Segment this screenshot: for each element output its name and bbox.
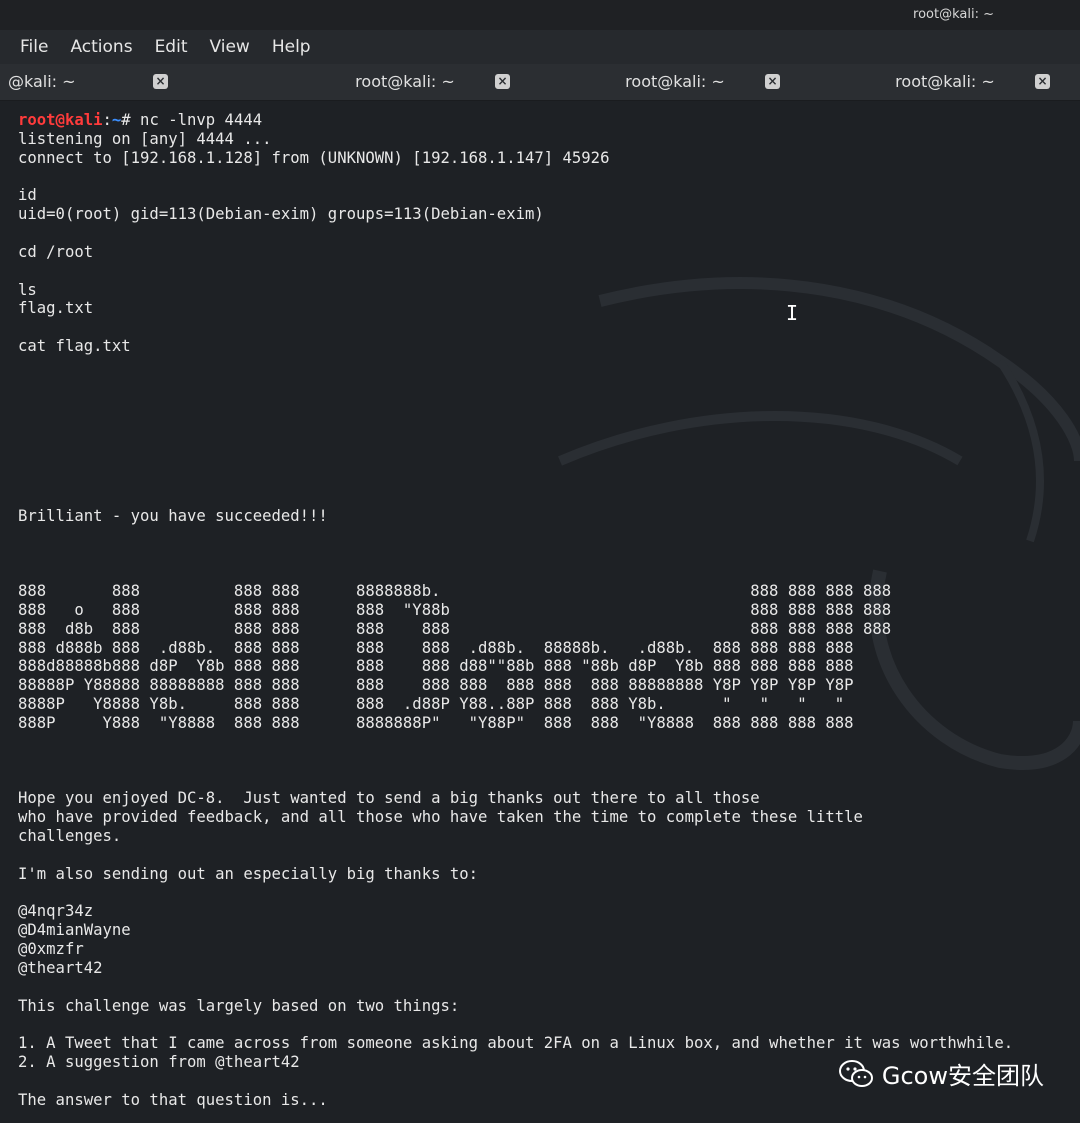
terminal-line: 1. A Tweet that I came across from someo…: [18, 1034, 1014, 1053]
terminal-line: 88888P Y88888 88888888 888 888 888 888 8…: [18, 676, 854, 695]
menu-actions[interactable]: Actions: [70, 37, 132, 57]
terminal-text: root@kali:~# nc -lnvp 4444 listening on …: [18, 111, 1013, 1110]
terminal-line: flag.txt: [18, 299, 94, 318]
terminal-line: 888 888 888 888 8888888b. 888 888 888 88…: [18, 582, 892, 601]
terminal-line: id: [18, 186, 37, 205]
window-title: root@kali: ~: [913, 7, 994, 22]
terminal-line: connect to [192.168.1.128] from (UNKNOWN…: [18, 148, 610, 167]
terminal-line: 888d88888b888 d8P Y8b 888 888 888 888 d8…: [18, 657, 854, 676]
prompt-separator: :: [102, 111, 112, 129]
terminal-line: challenges.: [18, 827, 122, 846]
tab-terminal-4[interactable]: root@kali: ~ ×: [810, 64, 1080, 100]
text-cursor-icon: I: [786, 301, 799, 325]
tab-terminal-2[interactable]: root@kali: ~ ×: [270, 64, 540, 100]
terminal-line: cat flag.txt: [18, 337, 131, 356]
terminal-line: 888P Y888 "Y8888 888 888 8888888P" "Y88P…: [18, 714, 854, 732]
tab-label: @kali: ~: [8, 72, 76, 91]
terminal-line: Brilliant - you have succeeded!!!: [18, 506, 328, 525]
terminal-line: 888 d888b 888 .d88b. 888 888 888 888 .d8…: [18, 638, 854, 657]
menu-edit[interactable]: Edit: [155, 37, 188, 57]
menu-view[interactable]: View: [209, 37, 249, 57]
window-titlebar: root@kali: ~: [0, 0, 1080, 30]
terminal-line: 8888P Y8888 Y8b. 888 888 888 .d88P Y88..…: [18, 695, 845, 714]
terminal-line: cd /root: [18, 242, 94, 261]
terminal-line: The answer to that question is...: [18, 1090, 328, 1109]
prompt-user: root@kali: [18, 111, 103, 129]
close-icon[interactable]: ×: [1035, 74, 1050, 89]
menu-help[interactable]: Help: [272, 37, 311, 57]
prompt-command: # nc -lnvp 4444: [121, 111, 263, 129]
terminal-line: This challenge was largely based on two …: [18, 996, 460, 1015]
tab-bar: @kali: ~ × root@kali: ~ × root@kali: ~ ×…: [0, 64, 1080, 101]
terminal-line: @theart42: [18, 958, 103, 977]
terminal-line: uid=0(root) gid=113(Debian-exim) groups=…: [18, 205, 544, 224]
terminal-line: 888 o 888 888 888 888 "Y88b 888 888 888 …: [18, 600, 892, 619]
menu-bar: File Actions Edit View Help: [0, 30, 1080, 64]
terminal-output[interactable]: root@kali:~# nc -lnvp 4444 listening on …: [0, 101, 1080, 1123]
menu-file[interactable]: File: [20, 37, 48, 57]
watermark: Gcow安全团队: [838, 1056, 1044, 1091]
terminal-line: listening on [any] 4444 ...: [18, 129, 272, 148]
close-icon[interactable]: ×: [153, 74, 168, 89]
terminal-line: Hope you enjoyed DC-8. Just wanted to se…: [18, 789, 760, 808]
close-icon[interactable]: ×: [765, 74, 780, 89]
terminal-line: 2. A suggestion from @theart42: [18, 1053, 300, 1072]
terminal-line: 888 d8b 888 888 888 888 888 888 888 888 …: [18, 619, 892, 638]
terminal-line: I'm also sending out an especially big t…: [18, 864, 479, 883]
terminal-line: ls: [18, 280, 37, 299]
tab-terminal-1[interactable]: @kali: ~ ×: [0, 64, 270, 100]
terminal-line: @0xmzfr: [18, 940, 84, 959]
terminal-line: who have provided feedback, and all thos…: [18, 808, 863, 827]
close-icon[interactable]: ×: [495, 74, 510, 89]
terminal-body: listening on [any] 4444 ... connect to […: [18, 130, 1013, 1109]
watermark-text: Gcow安全团队: [881, 1062, 1044, 1090]
tab-terminal-3[interactable]: root@kali: ~ ×: [540, 64, 810, 100]
wechat-icon: [838, 1059, 873, 1087]
terminal-line: @D4mianWayne: [18, 921, 131, 940]
terminal-line: @4nqr34z: [18, 902, 94, 921]
prompt-path: ~: [111, 111, 122, 129]
